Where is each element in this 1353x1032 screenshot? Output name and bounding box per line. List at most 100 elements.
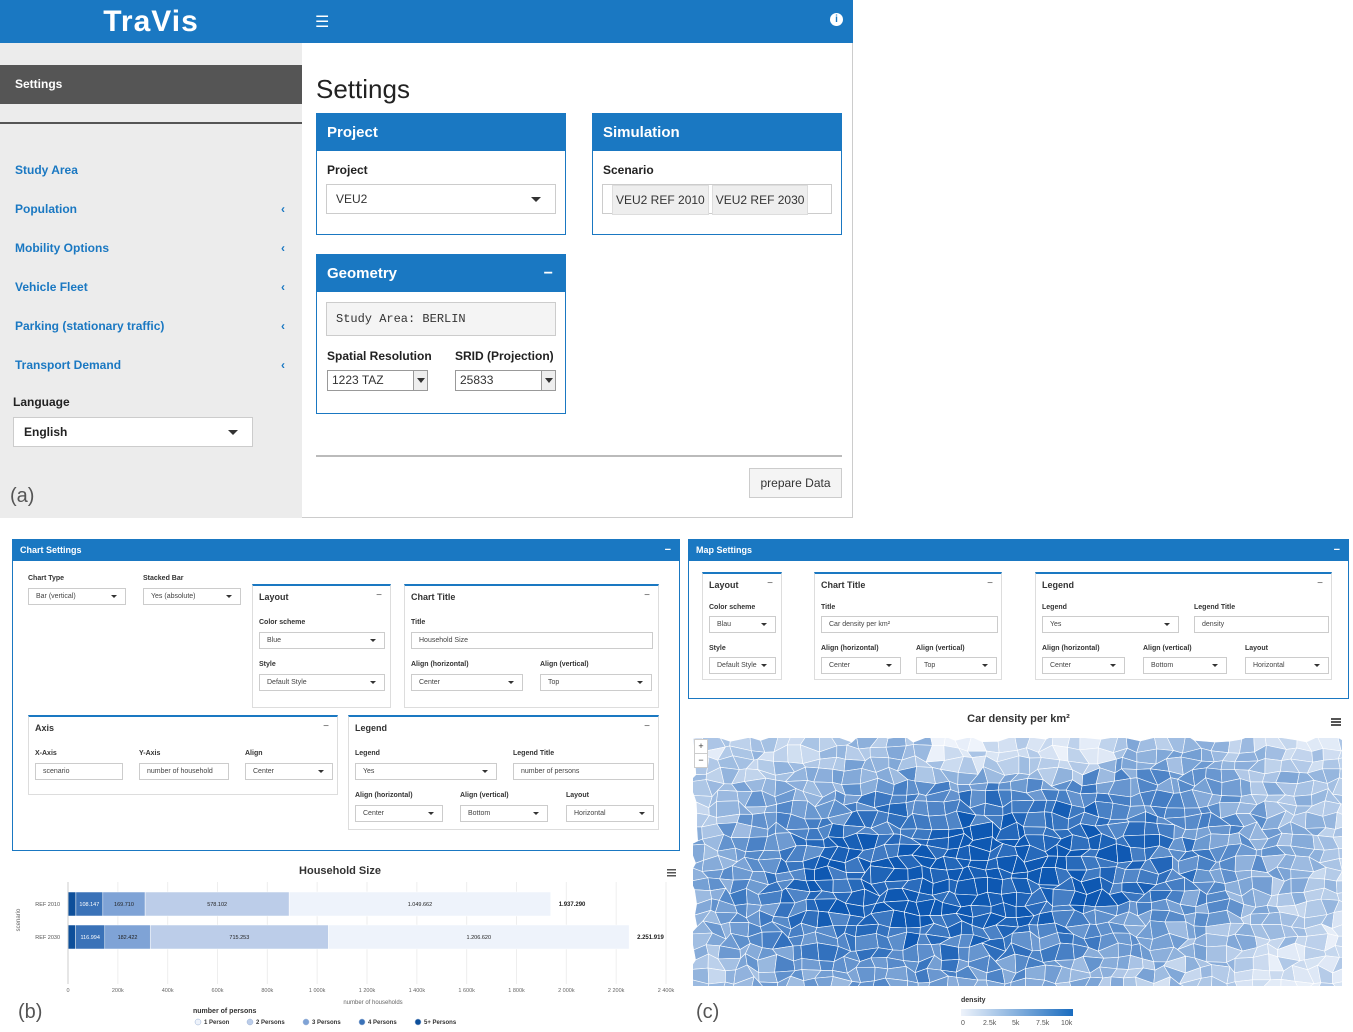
srid-select[interactable]: 25833: [455, 370, 556, 391]
y-axis-input[interactable]: number of household: [139, 763, 229, 780]
map-zone[interactable]: [1338, 848, 1342, 859]
map-zone[interactable]: [1023, 826, 1047, 836]
legend-title-value: number of persons: [521, 768, 580, 775]
align-horizontal-select[interactable]: Center: [821, 657, 901, 674]
stacked-bar-select[interactable]: Yes (absolute): [143, 588, 241, 605]
map-zone[interactable]: [758, 971, 778, 984]
legend-align-v-select[interactable]: Bottom: [460, 805, 548, 822]
collapse-icon[interactable]: −: [644, 590, 650, 601]
legend-align-v-select[interactable]: Bottom: [1143, 657, 1227, 674]
chart-menu-icon[interactable]: [667, 869, 676, 877]
style-select[interactable]: Default Style: [259, 674, 385, 691]
map-zone[interactable]: [1205, 945, 1227, 963]
chart-type-value: Bar (vertical): [36, 593, 76, 600]
map-zone[interactable]: [814, 976, 834, 986]
sidebar-item-settings[interactable]: Settings: [0, 65, 302, 104]
map-zone[interactable]: [869, 746, 890, 759]
map-zone[interactable]: [1117, 942, 1133, 958]
map-zone[interactable]: [1336, 880, 1342, 894]
legend-layout-select[interactable]: Horizontal: [1245, 657, 1329, 674]
prepare-data-button[interactable]: prepare Data: [749, 468, 842, 498]
map-zone[interactable]: [800, 942, 820, 961]
sidebar-item-transport-demand[interactable]: Transport Demand ‹: [15, 358, 285, 372]
map-zone[interactable]: [716, 789, 739, 802]
legend-tick: 0: [961, 1020, 965, 1027]
zoom-in-button[interactable]: +: [695, 740, 707, 753]
map-zone[interactable]: [758, 981, 778, 986]
map-zone[interactable]: [930, 738, 946, 746]
map-zone[interactable]: [997, 781, 1012, 791]
map-zone[interactable]: [1163, 807, 1186, 819]
map-zone[interactable]: [801, 958, 822, 971]
chart-type-select[interactable]: Bar (vertical): [28, 588, 126, 605]
style-select[interactable]: Default Style: [709, 657, 776, 674]
title-input[interactable]: Car density per km²: [821, 616, 998, 633]
legend-align-h-select[interactable]: Center: [1042, 657, 1125, 674]
collapse-icon[interactable]: −: [767, 578, 773, 589]
hamburger-icon[interactable]: ☰: [315, 12, 329, 32]
map-zone[interactable]: [1110, 976, 1124, 986]
collapse-icon[interactable]: −: [644, 721, 650, 732]
scenario-multiselect[interactable]: VEU2 REF 2010 VEU2 REF 2030: [602, 184, 832, 215]
collapse-icon[interactable]: −: [376, 590, 382, 601]
map-zone[interactable]: [841, 768, 863, 785]
legend-select[interactable]: Yes: [355, 763, 497, 780]
align-select[interactable]: Center: [245, 763, 333, 780]
color-scheme-select[interactable]: Blau: [709, 616, 776, 633]
collapse-icon[interactable]: −: [987, 578, 993, 589]
map-zone[interactable]: [1239, 738, 1255, 754]
language-select[interactable]: English: [13, 417, 253, 447]
sidebar-item-vehicle-fleet[interactable]: Vehicle Fleet ‹: [15, 280, 285, 294]
collapse-icon[interactable]: −: [544, 255, 553, 292]
collapse-icon[interactable]: −: [1317, 578, 1323, 589]
color-scheme-select[interactable]: Blue: [259, 632, 385, 649]
info-icon[interactable]: i: [830, 13, 843, 26]
legend-title-input[interactable]: density: [1194, 616, 1329, 633]
map-zone[interactable]: [1322, 758, 1341, 770]
sidebar-item-mobility-options[interactable]: Mobility Options ‹: [15, 241, 285, 255]
layout-subpanel: Layout − Color scheme Blue Style Default …: [252, 584, 391, 708]
legend-marker: [414, 1018, 422, 1026]
map-zone[interactable]: [707, 967, 726, 985]
map-zone[interactable]: [1293, 794, 1313, 807]
legend-align-h-select[interactable]: Center: [355, 805, 443, 822]
map-zone[interactable]: [926, 800, 946, 817]
map-zone[interactable]: [818, 960, 835, 971]
map-zone[interactable]: [1219, 795, 1242, 803]
align-vertical-select[interactable]: Top: [540, 674, 652, 691]
map-zone[interactable]: [1239, 778, 1252, 797]
map-zone[interactable]: [912, 738, 933, 746]
map-zone[interactable]: [1057, 932, 1074, 945]
map-menu-icon[interactable]: [1331, 718, 1341, 726]
collapse-icon[interactable]: −: [1334, 540, 1340, 561]
spatial-resolution-select[interactable]: 1223 TAZ: [327, 370, 428, 391]
map-zone[interactable]: [1018, 755, 1031, 775]
map-zone[interactable]: [1123, 976, 1137, 986]
map-zone[interactable]: [1129, 846, 1146, 862]
map-zone[interactable]: [985, 782, 1000, 792]
zoom-out-button[interactable]: −: [695, 753, 707, 767]
map-zone[interactable]: [1251, 969, 1271, 981]
scenario-tag[interactable]: VEU2 REF 2010: [612, 185, 709, 215]
chart-title-title: Chart Title: [411, 592, 456, 602]
title-input[interactable]: Household Size: [411, 632, 653, 649]
legend-layout-select[interactable]: Horizontal: [566, 805, 654, 822]
legend-title-input[interactable]: number of persons: [513, 763, 654, 780]
legend-select[interactable]: Yes: [1042, 616, 1179, 633]
scenario-tag[interactable]: VEU2 REF 2030: [711, 185, 809, 215]
map-zone[interactable]: [987, 877, 1003, 895]
sidebar-item-parking[interactable]: Parking (stationary traffic) ‹: [15, 319, 285, 333]
project-select[interactable]: VEU2: [326, 184, 556, 214]
y-axis-label: Y-Axis: [139, 750, 161, 757]
map-zone[interactable]: [1220, 760, 1236, 770]
align-horizontal-select[interactable]: Center: [411, 674, 523, 691]
map-zone[interactable]: [917, 982, 931, 986]
sidebar-item-study-area[interactable]: Study Area: [15, 163, 285, 177]
collapse-icon[interactable]: −: [665, 540, 671, 561]
map-zone[interactable]: [1207, 825, 1231, 836]
collapse-icon[interactable]: −: [323, 721, 329, 732]
x-axis-input[interactable]: scenario: [35, 763, 123, 780]
align-vertical-select[interactable]: Top: [916, 657, 997, 674]
sidebar-item-population[interactable]: Population ‹: [15, 202, 285, 216]
map-zone[interactable]: [803, 868, 815, 882]
